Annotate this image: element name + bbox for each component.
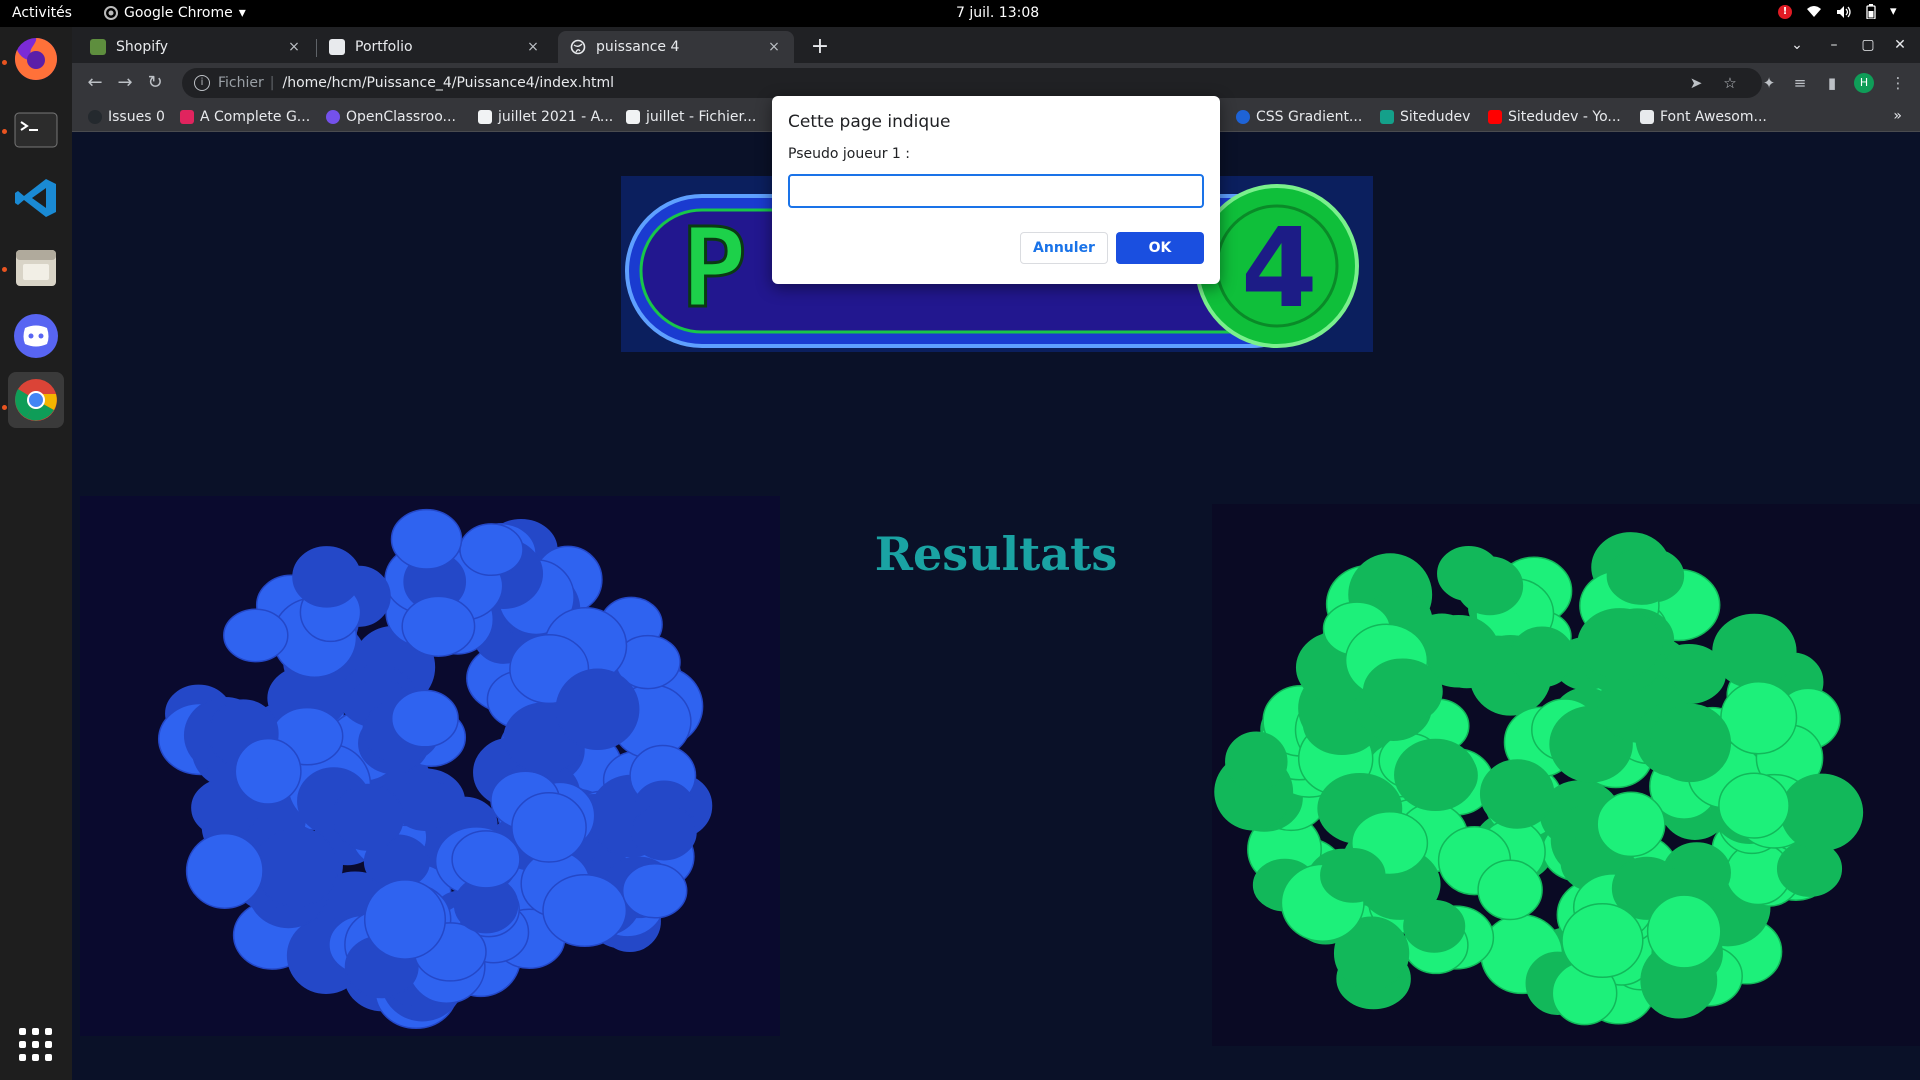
kebab-menu-icon[interactable]: ⋮ [1888,73,1908,93]
battery-icon[interactable] [1866,4,1876,19]
bookmark-item[interactable]: juillet 2021 - A... [478,109,613,125]
running-indicator [2,60,7,65]
chrome-icon[interactable] [8,372,64,428]
close-icon[interactable]: × [766,39,782,55]
youtube-icon [1488,110,1502,124]
bookmark-item[interactable]: OpenClassroo... [326,109,456,125]
bookmark-item[interactable]: Sitedudev - Yo... [1488,109,1621,125]
wifi-icon[interactable] [1806,5,1822,18]
system-tray[interactable]: ! ▾ [1778,4,1906,19]
github-icon [88,110,102,124]
tab-shopify[interactable]: Shopify × [78,31,314,63]
openclassrooms-icon [326,110,340,124]
chevron-down-icon: ▾ [238,5,246,21]
tab-portfolio[interactable]: Portfolio × [317,31,553,63]
star-icon[interactable]: ☆ [1720,73,1740,93]
bookmark-item[interactable]: juillet - Fichier... [626,109,756,125]
bookmark-icon [180,110,194,124]
chrome-small-icon [104,6,118,20]
reload-icon[interactable]: ↻ [142,70,168,96]
volume-icon[interactable] [1836,5,1852,19]
minimize-icon[interactable]: – [1822,33,1846,57]
tab-search-icon[interactable]: ⌄ [1785,33,1809,57]
svg-text:4: 4 [1241,204,1318,332]
running-indicator [2,405,7,410]
chevron-down-icon[interactable]: ▾ [1890,4,1906,19]
bookmark-icon [1236,110,1250,124]
app-grid-icon[interactable] [19,1028,53,1062]
prompt-dialog: Cette page indique Pseudo joueur 1 : Ann… [772,96,1220,284]
blue-tokens-image [80,496,780,1036]
info-icon[interactable]: i [194,75,210,91]
bookmark-icon [1380,110,1394,124]
portfolio-icon [329,39,345,55]
running-indicator [2,129,7,134]
close-icon[interactable]: × [286,39,302,55]
bookmark-item[interactable]: A Complete G... [180,109,310,125]
bookmark-item[interactable]: Sitedudev [1380,109,1470,125]
bookmarks-overflow[interactable]: » [1893,108,1902,124]
svg-text:P: P [681,204,747,332]
tab-strip: Shopify × Portfolio × puissance 4 × + ⌄ … [72,27,1920,63]
back-icon[interactable]: ← [82,70,108,96]
bookmark-item[interactable]: Font Awesom... [1640,109,1767,125]
system-top-bar: Activités Google Chrome ▾ 7 juil. 13:08 … [0,0,1920,27]
address-url[interactable]: /home/hcm/Puissance_4/Puissance4/index.h… [282,75,614,91]
files-icon[interactable] [8,239,64,295]
ok-button[interactable]: OK [1116,232,1204,264]
close-icon[interactable]: × [525,39,541,55]
window-close-icon[interactable]: ✕ [1888,33,1912,57]
tab-puissance-4[interactable]: puissance 4 × [558,31,794,63]
address-separator: | [269,75,275,91]
address-scheme: Fichier [218,75,264,91]
forward-icon[interactable]: → [112,70,138,96]
app-name: Google Chrome [124,5,233,21]
tab-title: puissance 4 [596,39,680,55]
terminal-icon[interactable] [8,102,64,158]
firefox-icon[interactable] [8,31,64,87]
maximize-icon[interactable]: ▢ [1856,33,1880,57]
running-indicator [2,267,7,272]
cancel-button[interactable]: Annuler [1020,232,1108,264]
globe-icon [570,39,586,55]
green-tokens-image [1212,504,1920,1046]
clock[interactable]: 7 juil. 13:08 [956,5,1039,21]
profile-avatar[interactable]: H [1854,73,1874,93]
alert-icon[interactable]: ! [1778,4,1792,19]
dock [0,27,72,1080]
flag-icon [1640,110,1654,124]
tab-title: Portfolio [355,39,413,55]
activities-button[interactable]: Activités [12,5,72,21]
media-icon[interactable]: ≡ [1790,73,1810,93]
send-icon[interactable]: ➤ [1686,73,1706,93]
bookmark-item[interactable]: Issues 0 [88,109,165,125]
document-icon [626,110,640,124]
side-panel-icon[interactable]: ▮ [1822,73,1842,93]
tab-title: Shopify [116,39,169,55]
vscode-icon[interactable] [8,170,64,226]
address-bar[interactable]: i Fichier | /home/hcm/Puissance_4/Puissa… [182,68,1762,98]
dialog-message: Pseudo joueur 1 : [788,146,910,162]
new-tab-button[interactable]: + [806,33,834,61]
shopify-icon [90,39,106,55]
app-menu[interactable]: Google Chrome ▾ [104,5,246,21]
bookmark-item[interactable]: CSS Gradient... [1236,109,1362,125]
discord-icon[interactable] [8,308,64,364]
dialog-title: Cette page indique [788,112,951,132]
document-icon [478,110,492,124]
player-name-input[interactable] [788,174,1204,208]
extensions-icon[interactable]: ✦ [1759,73,1779,93]
